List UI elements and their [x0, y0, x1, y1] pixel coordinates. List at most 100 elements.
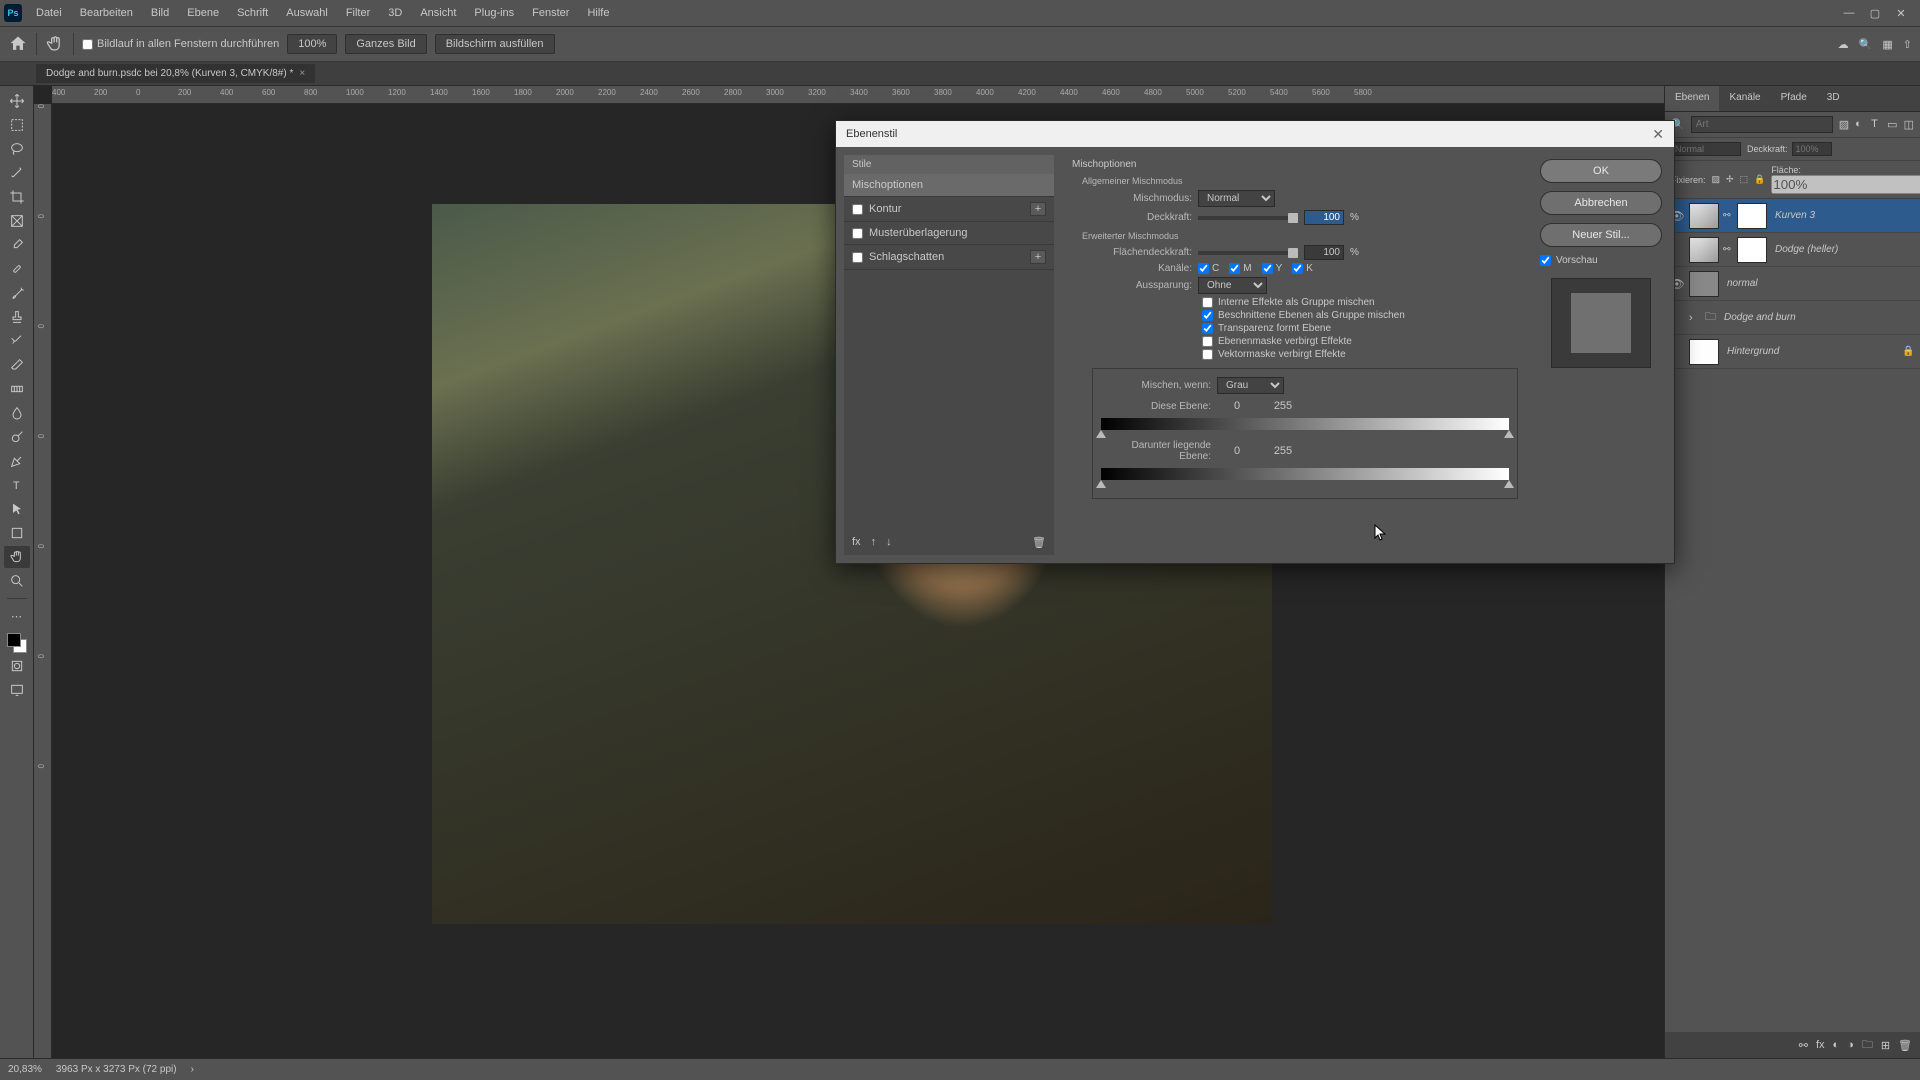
channel-m[interactable]: M — [1229, 263, 1251, 274]
workspace-icon[interactable]: ▦ — [1882, 38, 1892, 51]
ok-button[interactable]: OK — [1540, 159, 1662, 183]
opt-layermask[interactable] — [1202, 336, 1213, 347]
filter-shape-icon[interactable]: ▭ — [1887, 118, 1897, 132]
scroll-all-checkbox[interactable]: Bildlauf in allen Fenstern durchführen — [82, 38, 279, 50]
this-layer-gradient[interactable] — [1101, 418, 1509, 430]
gradient-tool[interactable] — [4, 378, 30, 400]
edit-toolbar[interactable]: ⋯ — [4, 605, 30, 627]
lock-position-icon[interactable]: ✢ — [1726, 174, 1734, 186]
blend-mode-select[interactable]: Normal — [1198, 190, 1275, 207]
quickmask-tool[interactable] — [4, 655, 30, 677]
layer-row[interactable]: 👁normal — [1665, 267, 1920, 301]
heal-tool[interactable] — [4, 258, 30, 280]
add-schlagschatten-icon[interactable]: + — [1030, 250, 1046, 264]
stamp-tool[interactable] — [4, 306, 30, 328]
dodge-tool[interactable] — [4, 426, 30, 448]
dialog-close-icon[interactable]: ✕ — [1652, 126, 1664, 143]
fx-menu-icon[interactable]: fx — [852, 536, 861, 549]
cancel-button[interactable]: Abbrechen — [1540, 191, 1662, 215]
menu-3d[interactable]: 3D — [380, 3, 410, 23]
under-black-slider[interactable] — [1096, 480, 1106, 488]
channel-k[interactable]: K — [1292, 263, 1313, 274]
delete-style-icon[interactable]: 🗑 — [1032, 536, 1046, 549]
document-tab[interactable]: Dodge and burn.psdc bei 20,8% (Kurven 3,… — [36, 64, 315, 83]
lasso-tool[interactable] — [4, 138, 30, 160]
tab-kanaele[interactable]: Kanäle — [1719, 86, 1770, 111]
layer-row[interactable]: ⚯Dodge (heller) — [1665, 233, 1920, 267]
layer-row[interactable]: ›🗀Dodge and burn — [1665, 301, 1920, 335]
ruler-vertical[interactable]: 0000000 — [34, 104, 52, 1058]
marquee-tool[interactable] — [4, 114, 30, 136]
screenmode-tool[interactable] — [4, 679, 30, 701]
filter-adjust-icon[interactable]: ◐ — [1855, 118, 1865, 132]
search-icon[interactable]: 🔍 — [1859, 38, 1873, 51]
history-brush-tool[interactable] — [4, 330, 30, 352]
style-muster[interactable]: Musterüberlagerung — [844, 222, 1054, 245]
channel-c[interactable]: C — [1198, 263, 1219, 274]
styles-header[interactable]: Stile — [844, 155, 1054, 174]
opacity-input[interactable] — [1304, 210, 1344, 225]
maximize-icon[interactable]: ▢ — [1868, 6, 1882, 20]
status-zoom[interactable]: 20,83% — [8, 1064, 42, 1075]
menu-fenster[interactable]: Fenster — [524, 3, 577, 23]
menu-datei[interactable]: Datei — [28, 3, 70, 23]
layer-name[interactable]: Hintergrund — [1723, 346, 1898, 357]
lock-pixels-icon[interactable]: ▨ — [1712, 174, 1721, 186]
layer-row[interactable]: 👁⚯Kurven 3 — [1665, 199, 1920, 233]
zoom-tool[interactable] — [4, 570, 30, 592]
under-layer-gradient[interactable] — [1101, 468, 1509, 480]
lock-artboard-icon[interactable]: ⬚ — [1740, 174, 1749, 186]
cloud-icon[interactable]: ☁ — [1838, 38, 1849, 51]
layer-fx-icon[interactable]: fx — [1816, 1039, 1825, 1051]
fill-input[interactable] — [1771, 175, 1920, 194]
tab-3d[interactable]: 3D — [1817, 86, 1850, 111]
fit-screen-button[interactable]: Ganzes Bild — [345, 34, 426, 54]
opt-transparency[interactable] — [1202, 323, 1213, 334]
hand-tool-icon[interactable] — [45, 34, 65, 54]
menu-schrift[interactable]: Schrift — [229, 3, 276, 23]
move-tool[interactable] — [4, 90, 30, 112]
channel-y[interactable]: Y — [1262, 263, 1283, 274]
menu-plugins[interactable]: Plug-ins — [466, 3, 522, 23]
this-black-slider[interactable] — [1096, 430, 1106, 438]
knockout-select[interactable]: Ohne — [1198, 277, 1267, 294]
under-white-slider[interactable] — [1504, 480, 1514, 488]
menu-filter[interactable]: Filter — [338, 3, 378, 23]
filter-type-icon[interactable]: T — [1871, 118, 1881, 132]
path-select-tool[interactable] — [4, 498, 30, 520]
filter-pixel-icon[interactable]: ▨ — [1839, 118, 1849, 132]
style-kontur[interactable]: Kontur + — [844, 197, 1054, 222]
link-layers-icon[interactable]: ⚯ — [1799, 1039, 1808, 1052]
menu-ebene[interactable]: Ebene — [179, 3, 227, 23]
hand-tool[interactable] — [4, 546, 30, 568]
layer-name[interactable]: normal — [1723, 278, 1916, 289]
opt-internal[interactable] — [1202, 297, 1213, 308]
new-layer-icon[interactable]: ⊞ — [1881, 1039, 1890, 1052]
blending-options-row[interactable]: Mischoptionen — [844, 174, 1054, 197]
this-white-slider[interactable] — [1504, 430, 1514, 438]
menu-auswahl[interactable]: Auswahl — [278, 3, 336, 23]
status-info[interactable]: 3963 Px x 3273 Px (72 ppi) — [56, 1064, 177, 1075]
menu-bearbeiten[interactable]: Bearbeiten — [72, 3, 141, 23]
layer-row[interactable]: Hintergrund🔒 — [1665, 335, 1920, 369]
tab-pfade[interactable]: Pfade — [1771, 86, 1817, 111]
preview-checkbox[interactable]: Vorschau — [1540, 255, 1662, 266]
menu-ansicht[interactable]: Ansicht — [412, 3, 464, 23]
layer-name[interactable]: Dodge (heller) — [1771, 244, 1916, 255]
minimize-icon[interactable]: — — [1842, 6, 1856, 20]
fg-color[interactable] — [7, 633, 21, 647]
ruler-horizontal[interactable]: 4002000200400600800100012001400160018002… — [52, 86, 1664, 104]
new-style-button[interactable]: Neuer Stil... — [1540, 223, 1662, 247]
eyedropper-tool[interactable] — [4, 234, 30, 256]
tab-ebenen[interactable]: Ebenen — [1665, 86, 1719, 111]
crop-tool[interactable] — [4, 186, 30, 208]
zoom-100-button[interactable]: 100% — [287, 34, 337, 54]
opacity-slider[interactable] — [1198, 216, 1298, 220]
menu-hilfe[interactable]: Hilfe — [579, 3, 617, 23]
dialog-titlebar[interactable]: Ebenenstil ✕ — [836, 121, 1674, 147]
close-tab-icon[interactable]: × — [299, 68, 305, 79]
adjustment-layer-icon[interactable]: ◑ — [1847, 1039, 1854, 1051]
shape-tool[interactable] — [4, 522, 30, 544]
style-schlagschatten[interactable]: Schlagschatten + — [844, 245, 1054, 270]
opt-clipped[interactable] — [1202, 310, 1213, 321]
